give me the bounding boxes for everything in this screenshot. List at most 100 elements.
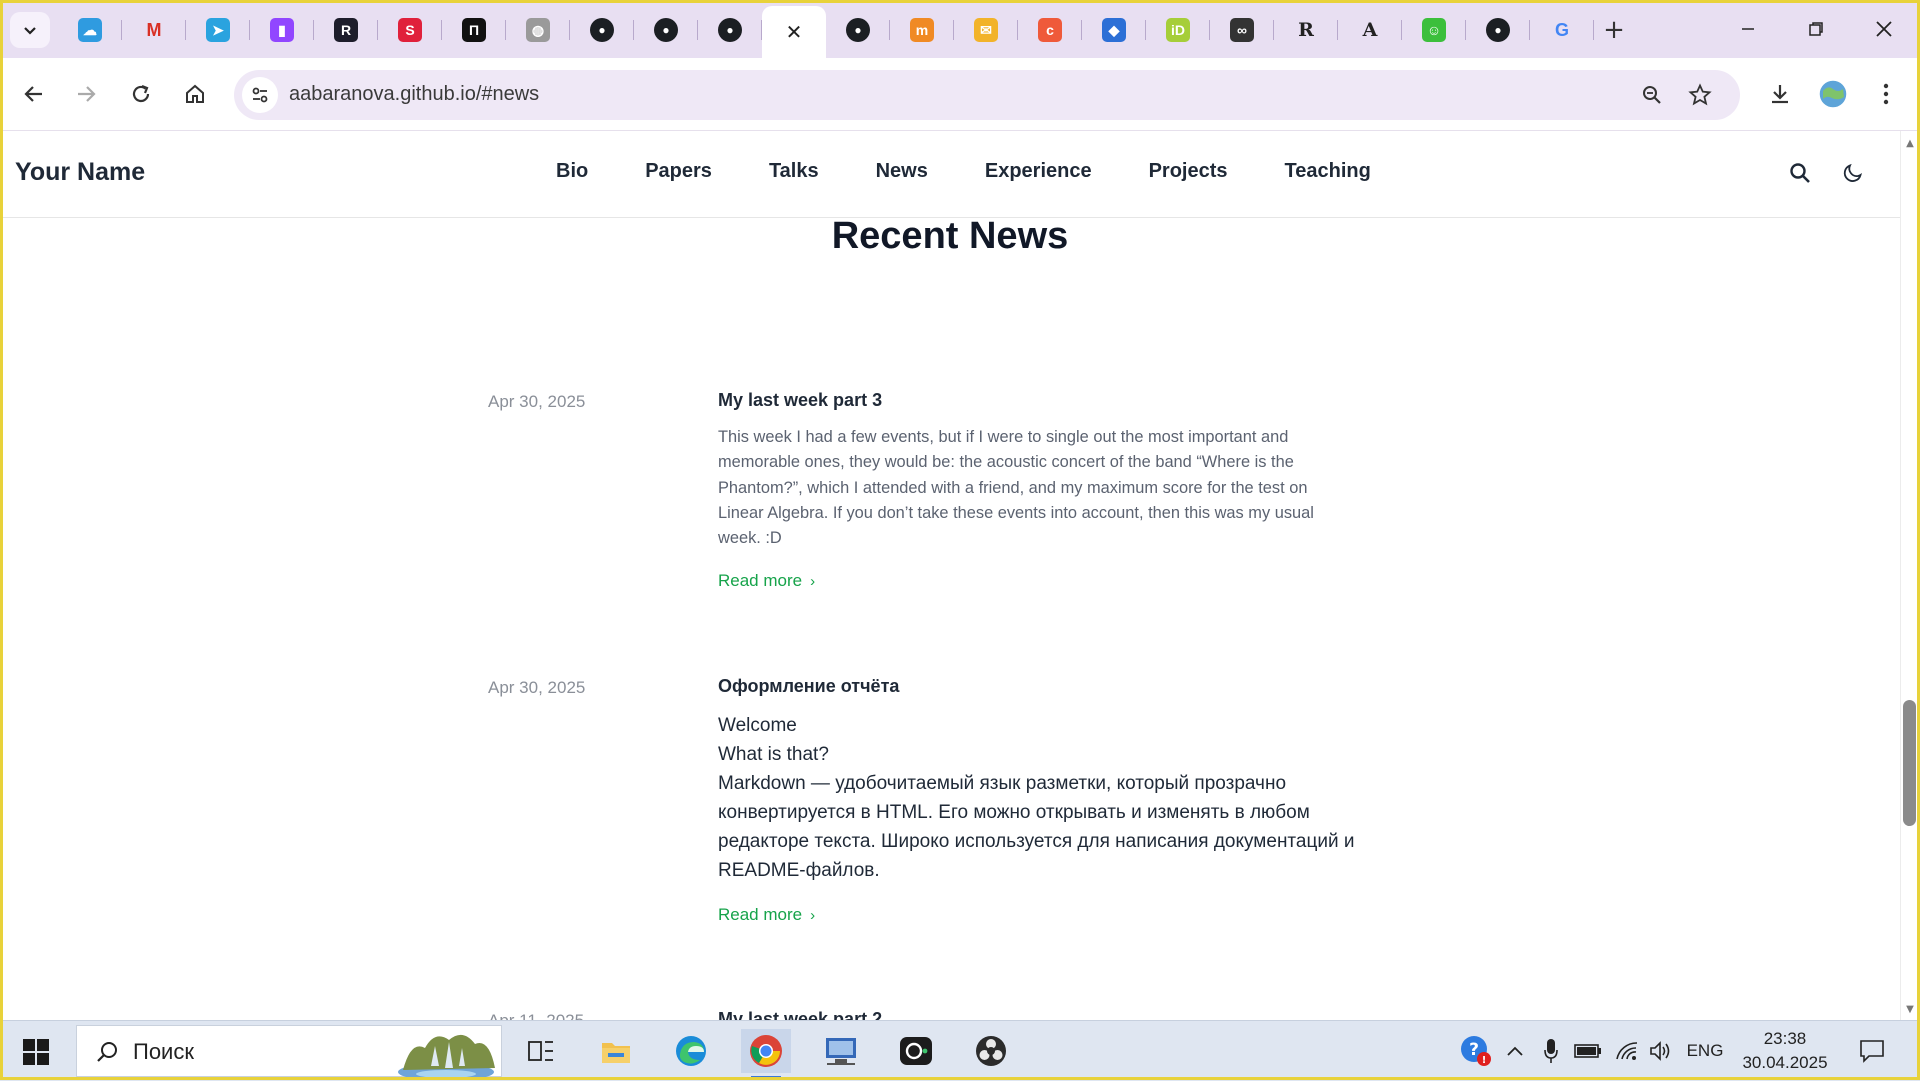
github-icon: ● [846,18,870,42]
task-view-icon [528,1041,553,1061]
notifications-button[interactable] [1852,1031,1892,1071]
site-search-button[interactable] [1784,157,1816,189]
browser-menu-button[interactable] [1864,72,1908,116]
nav-news[interactable]: News [876,160,928,183]
edge-button[interactable] [666,1029,716,1073]
edge-icon [676,1036,706,1066]
taskbar-search[interactable]: Поиск [76,1025,502,1078]
nav-experience[interactable]: Experience [985,160,1092,183]
browser-tab[interactable]: ✉ [954,6,1018,54]
browser-tab[interactable]: ● [634,6,698,54]
system-clock[interactable]: 23:38 30.04.2025 [1730,1027,1840,1075]
post-title[interactable]: Оформление отчёта [718,676,899,697]
nav-talks[interactable]: Talks [769,160,819,183]
volume-tray-button[interactable] [1646,1031,1676,1071]
obs-button[interactable] [966,1029,1016,1073]
page-scrollbar[interactable] [1900,131,1920,1020]
close-window-button[interactable] [1850,0,1918,58]
site-brand[interactable]: Your Name [15,158,145,187]
r-app-icon: R [334,18,358,42]
browser-tab[interactable]: ∞ [1210,6,1274,54]
browser-tab[interactable]: ● [698,6,762,54]
network-app-button[interactable] [816,1029,866,1073]
downloads-button[interactable] [1758,72,1802,116]
browser-tab[interactable]: ☁ [58,6,122,54]
browser-tab[interactable]: S [378,6,442,54]
file-explorer-button[interactable] [591,1029,641,1073]
bookmark-button[interactable] [1682,77,1718,113]
tab-list: ☁ M ➤ ▮ R S П ◍ ● ● ● ✕ ● m ✉ c ◆ iD ∞ R A ☺ ● G [58,6,1594,58]
c-app-icon: c [1038,18,1062,42]
browser-tab[interactable]: ● [1466,6,1530,54]
tab-search-button[interactable] [10,12,50,48]
obs-like-app-button[interactable] [891,1029,941,1073]
browser-tab[interactable]: M [122,6,186,54]
github-icon: ● [590,18,614,42]
browser-tab[interactable]: ▮ [250,6,314,54]
nav-papers[interactable]: Papers [645,160,712,183]
start-button[interactable] [14,1035,58,1069]
summary-line: week. :D [718,529,782,548]
reload-button[interactable] [119,72,163,116]
github-icon: ● [1486,18,1510,42]
scrollbar-thumb[interactable] [1903,700,1916,826]
browser-tab-active[interactable]: ✕ [762,6,826,58]
battery-tray-button[interactable] [1570,1031,1606,1071]
researchgate-icon: R [1298,19,1314,41]
browser-tab[interactable]: ➤ [186,6,250,54]
language-indicator[interactable]: ENG [1680,1031,1730,1071]
forward-button[interactable] [64,72,108,116]
browser-toolbar: aabaranova.github.io/#news [0,58,1920,131]
browser-tab[interactable]: c [1018,6,1082,54]
avatar [1818,79,1848,109]
home-icon [186,84,204,103]
browser-tab[interactable]: П [442,6,506,54]
browser-tab[interactable]: m [890,6,954,54]
speaker-icon [1650,1041,1670,1061]
browser-tab[interactable]: ◍ [506,6,570,54]
chrome-button[interactable] [741,1029,791,1079]
browser-tab[interactable]: ☺ [1402,6,1466,54]
browser-tab[interactable]: ◆ [1082,6,1146,54]
summary-line: Markdown — удобочитаемый язык разметки, … [718,773,1287,794]
browser-tab[interactable]: G [1530,6,1594,54]
download-icon [1772,85,1788,104]
chevron-down-icon [24,27,36,35]
read-more-link[interactable]: Read more › [718,571,815,591]
site-info-button[interactable] [242,77,278,113]
home-button[interactable] [173,72,217,116]
browser-tab[interactable]: ● [826,6,890,54]
url-text[interactable]: aabaranova.github.io/#news [289,83,539,106]
nav-projects[interactable]: Projects [1149,160,1228,183]
microphone-tray-button[interactable] [1536,1031,1566,1071]
task-view-button[interactable] [516,1029,566,1073]
read-more-link[interactable]: Read more › [718,905,815,925]
post-title[interactable]: My last week part 3 [718,390,882,411]
scroll-down-arrow[interactable]: ▼ [1904,1004,1916,1015]
github-icon: ● [654,18,678,42]
browser-tab[interactable]: A [1338,6,1402,54]
s-app-icon: S [398,18,422,42]
theme-toggle-button[interactable] [1837,157,1869,189]
nav-teaching[interactable]: Teaching [1285,160,1371,183]
new-tab-button[interactable]: + [1596,12,1632,48]
minimize-button[interactable] [1714,0,1782,58]
browser-tab[interactable]: R [1274,6,1338,54]
browser-tab[interactable]: iD [1146,6,1210,54]
wifi-tray-button[interactable] [1612,1031,1642,1071]
back-button[interactable] [12,72,56,116]
scroll-up-arrow[interactable]: ▲ [1904,138,1916,149]
zoom-button[interactable] [1634,77,1670,113]
orcid-icon: iD [1166,18,1190,42]
profile-button[interactable] [1811,72,1855,116]
address-bar[interactable]: aabaranova.github.io/#news [234,70,1740,120]
restore-button[interactable] [1782,0,1850,58]
nav-bio[interactable]: Bio [556,160,588,183]
tray-overflow-button[interactable] [1500,1031,1530,1071]
browser-tab[interactable]: ● [570,6,634,54]
clock-time: 23:38 [1763,1029,1807,1048]
post-title[interactable]: My last week part 2 [718,1009,882,1020]
browser-tab[interactable]: R [314,6,378,54]
help-tray-button[interactable]: ?! [1456,1031,1496,1071]
close-tab-icon[interactable]: ✕ [782,20,806,44]
